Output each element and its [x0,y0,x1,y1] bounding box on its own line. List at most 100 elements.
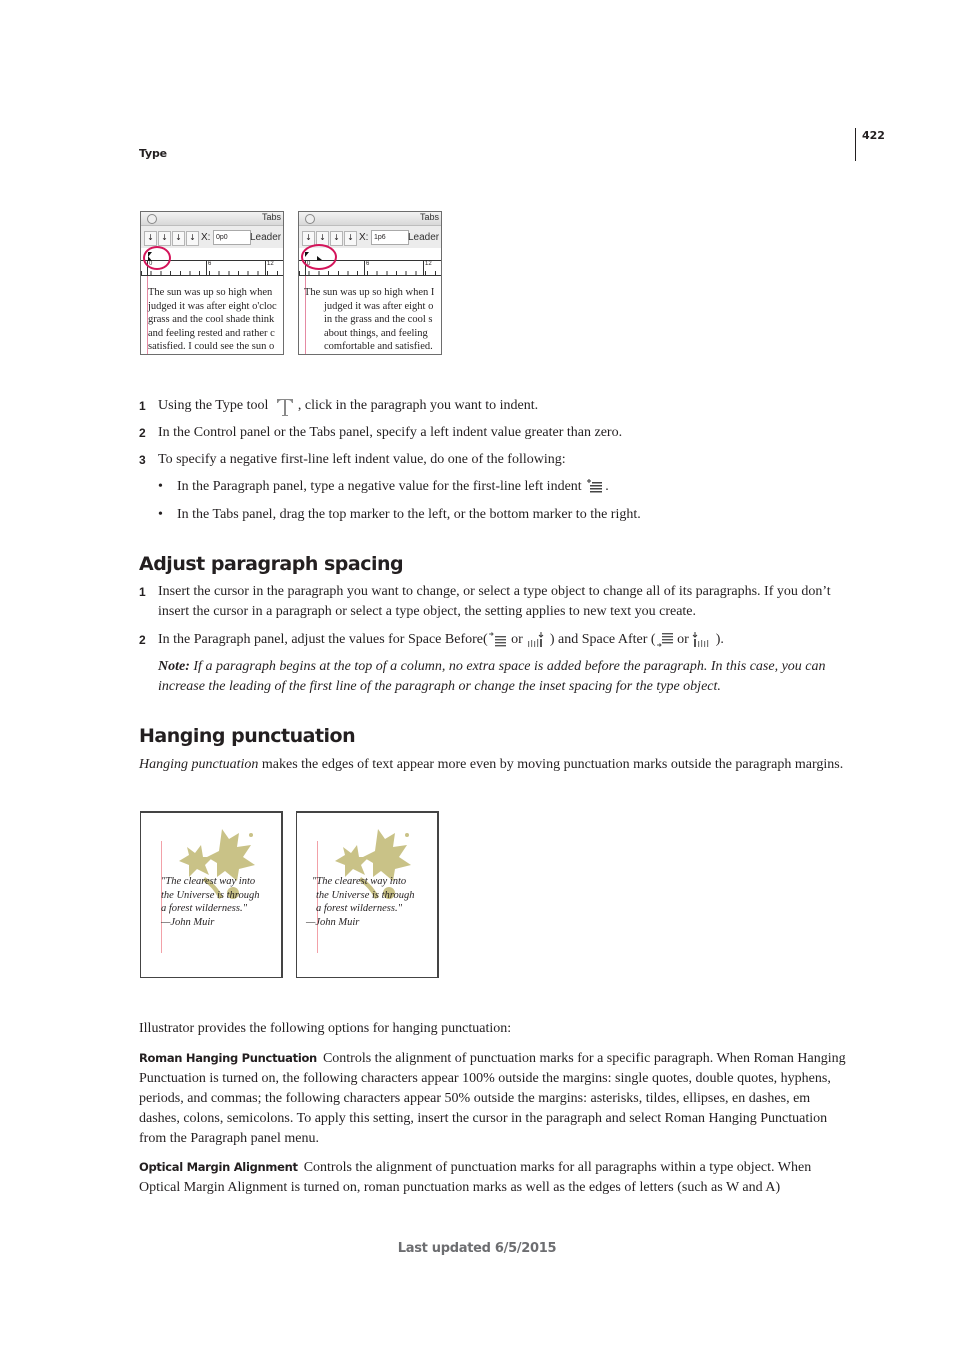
hanging-figure-off: "The clearest way into the Universe is t… [140,811,283,978]
center-tab-icon: ↓ [158,231,171,246]
text-line: grass and the cool shade think [148,314,275,325]
option-optical-margin-alignment: Optical Margin Alignment Controls the ali… [139,1157,851,1198]
panel-titlebar: Tabs [141,212,283,226]
option-term: Roman Hanging Punctuation [139,1051,317,1065]
sample-paragraph: The sun was up so high when judged it wa… [148,286,277,354]
step-number: 1 [139,585,146,599]
step-text: Using the Type tool , click in the parag… [158,396,858,416]
hanging-intro: Hanging punctuation makes the edges of t… [139,755,851,775]
ruler-major-tick [206,261,207,275]
bullet-text: In the Paragraph panel, type a negative … [177,477,609,497]
step-text-end: ). [712,632,724,647]
quote-text: "The clearest way into the Universe is t… [161,875,259,929]
space-before-vertical-icon [526,631,546,649]
decimal-tab-icon: ↓ [186,231,199,246]
note: Note: If a paragraph begins at the top o… [158,657,853,697]
text-line: satisfied. I could see the sun o [148,341,275,352]
step-text: In the Paragraph panel, adjust the value… [158,630,858,650]
hanging-figure-on: "The clearest way into the Universe is t… [296,811,439,978]
conjunction: or [507,632,527,647]
text-line: The sun was up so high when I [304,287,435,298]
space-before-icon [488,631,508,648]
ruler-label: 6 [208,261,212,267]
right-tab-icon: ↓ [330,231,343,246]
leader-label: Leader [408,232,440,243]
x-label: X: [359,232,369,243]
ruler-major-tick [423,261,424,275]
step-number: 3 [139,453,146,467]
step-text: To specify a negative first-line left in… [158,452,566,467]
quote-line: "The clearest way into [161,876,256,887]
text-line: and feeling rested and rather c [148,327,275,339]
bullet-text-body: In the Paragraph panel, type a negative … [177,479,582,494]
quote-line: a forest wilderness." [316,903,402,914]
step-text-middle: ) and Space After ( [546,632,656,647]
right-tab-icon: ↓ [172,231,185,246]
text-line: about things, and feeling [324,327,428,339]
highlight-circle [301,244,337,270]
left-tab-icon: ↓ [144,231,157,246]
quote-line: "The clearest way into [312,876,407,887]
quote-text: "The clearest way into the Universe is t… [306,875,415,929]
intro-term: Hanging punctuation [139,757,259,772]
text-line: in the grass and the cool s [324,314,433,325]
ruler-label: 12 [267,261,274,267]
heading-adjust-paragraph-spacing: Adjust paragraph spacing [139,553,404,575]
option-text: Controls the alignment of punctuation ma… [139,1051,846,1146]
space-after-vertical-icon [692,631,712,649]
decimal-tab-icon: ↓ [344,231,357,246]
page-number: 422 [862,129,885,142]
ruler-major-tick [265,261,266,275]
first-line-indent-icon [585,478,605,496]
leader-label: Leader [250,232,282,243]
x-position-field: 1p6 [371,230,409,245]
bullet-text: In the Tabs panel, drag the top marker t… [177,507,641,522]
quote-line: the Universe is through [316,889,415,901]
step-number: 2 [139,426,146,440]
close-button-icon [305,214,315,224]
space-after-icon [656,632,674,648]
step-number: 1 [139,399,146,413]
step-text-after: , click in the paragraph you want to ind… [297,398,539,414]
panel-title: Tabs [261,212,281,222]
panel-title: Tabs [419,212,439,222]
close-button-icon [147,214,157,224]
text-line: comfortable and satisfied. [324,341,433,352]
bullet-suffix: . [605,479,609,494]
text-line: judged it was after eight o [324,300,434,312]
conjunction: or [673,632,693,647]
note-text: If a paragraph begins at the top of a co… [158,659,826,694]
heading-hanging-punctuation: Hanging punctuation [139,725,356,747]
x-position-field: 0p0 [213,230,251,245]
step-text-before: Using the Type tool [158,398,269,414]
options-intro: Illustrator provides the following optio… [139,1021,512,1036]
ruler-label: 12 [425,261,432,267]
highlight-circle [143,246,171,270]
bullet-dot: • [158,479,163,494]
step-text: Insert the cursor in the paragraph you w… [158,584,831,619]
quote-line: a forest wilderness." [161,903,247,914]
running-header-section: Type [139,147,167,160]
text-line: judged it was after eight o'cloc [148,300,277,312]
bullet-dot: • [158,507,163,522]
intro-text: makes the edges of text appear more even… [258,757,844,772]
header-divider [855,128,856,161]
ruler-label: 6 [366,261,370,267]
panel-titlebar: Tabs [299,212,441,226]
sample-paragraph: The sun was up so high when I judged it … [304,286,434,354]
x-label: X: [201,232,211,243]
tabs-panel-figure-after: Tabs ↓ ↓ ↓ ↓ X: 1p6 Leader 0 6 12 The su… [298,211,442,355]
quote-line: —John Muir [161,916,215,928]
tabs-panel-figure-before: Tabs ↓ ↓ ↓ ↓ X: 0p0 Leader 0 6 12 The su… [140,211,284,355]
quote-line: —John Muir [306,916,360,928]
option-roman-hanging-punctuation: Roman Hanging Punctuation Controls the al… [139,1048,851,1149]
step-number: 2 [139,633,146,647]
step-text-before: In the Paragraph panel, adjust the value… [158,632,488,647]
note-label: Note: [158,659,190,674]
option-term: Optical Margin Alignment [139,1160,298,1174]
text-line: The sun was up so high when [148,287,273,298]
ruler-major-tick [364,261,365,275]
tab-toolbar: ↓ ↓ ↓ ↓ X: 0p0 Leader [141,226,283,248]
footer-last-updated: Last updated 6/5/2015 [397,1241,557,1256]
type-tool-icon [274,396,296,416]
